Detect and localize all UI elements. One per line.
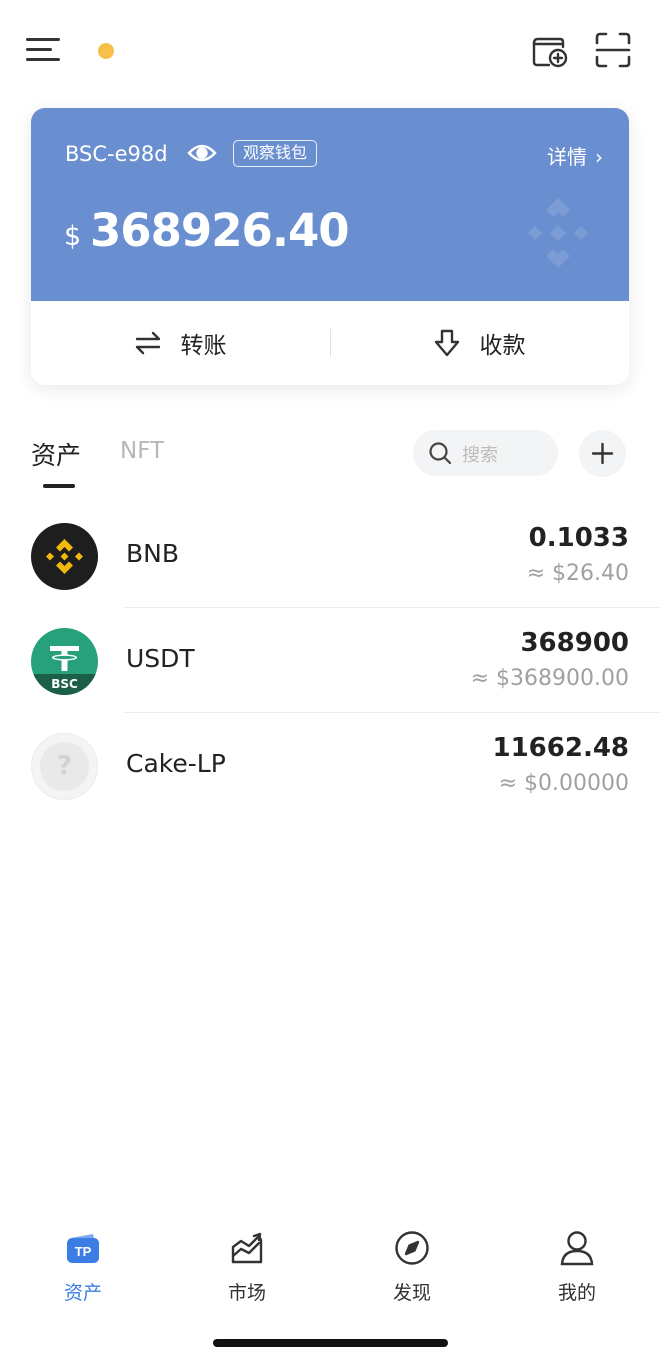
wallet-card-header: BSC-e98d 观察钱包 详情 › $ 368926.40 [31, 108, 629, 301]
tab-nft[interactable]: NFT [120, 438, 164, 464]
bottom-nav: TP 资产 市场 发现 我的 [0, 1218, 660, 1318]
chevron-right-icon: › [595, 145, 603, 169]
nav-label: 发现 [392, 1282, 431, 1304]
wallet-name[interactable]: BSC-e98d [65, 142, 168, 166]
search-icon [429, 442, 452, 465]
transfer-arrows-icon [135, 331, 160, 355]
nav-label: 资产 [63, 1282, 102, 1304]
nav-label: 市场 [227, 1282, 266, 1304]
asset-tabs: 资产 NFT 搜索 [0, 420, 660, 490]
market-chart-icon [231, 1232, 263, 1264]
add-token-button[interactable] [579, 430, 626, 477]
search-placeholder: 搜索 [462, 445, 498, 466]
currency-symbol: $ [64, 221, 82, 252]
eye-icon[interactable] [187, 141, 217, 165]
question-mark-icon: ? [56, 751, 73, 781]
transfer-button[interactable]: 转账 [31, 301, 330, 385]
bsc-chain-badge: BSC [51, 677, 78, 691]
menu-icon[interactable] [26, 36, 62, 64]
bnb-icon [31, 523, 98, 590]
transfer-label: 转账 [180, 333, 227, 359]
top-bar [0, 0, 660, 100]
tab-assets[interactable]: 资产 [31, 436, 81, 472]
asset-symbol: USDT [126, 644, 195, 673]
profile-icon [560, 1231, 594, 1266]
asset-row-usdt[interactable]: BSC USDT 368900 ≈ $368900.00 [0, 608, 660, 713]
asset-fiat-value: ≈ $0.00000 [498, 771, 629, 796]
receive-button[interactable]: 收款 [330, 301, 629, 385]
active-tab-indicator [43, 484, 75, 488]
nav-assets[interactable]: TP 资产 [28, 1218, 138, 1318]
asset-row-bnb[interactable]: BNB 0.1033 ≈ $26.40 [0, 503, 660, 608]
plus-icon [591, 442, 614, 465]
watch-wallet-badge: 观察钱包 [233, 140, 318, 167]
usdt-bsc-icon: BSC [31, 628, 98, 695]
asset-amount: 368900 [520, 628, 629, 658]
asset-symbol: BNB [126, 539, 180, 568]
receive-arrow-icon [434, 329, 459, 357]
asset-list: BNB 0.1033 ≈ $26.40 BSC USDT 368900 ≈ $3… [0, 503, 660, 818]
asset-fiat-value: ≈ $368900.00 [470, 666, 629, 691]
receive-label: 收款 [479, 333, 526, 359]
asset-symbol: Cake-LP [126, 749, 226, 778]
wallet-card: BSC-e98d 观察钱包 详情 › $ 368926.40 转账 收款 [31, 108, 629, 385]
tp-logo-text: TP [75, 1244, 92, 1259]
wallet-actions: 转账 收款 [31, 301, 629, 385]
home-indicator [213, 1339, 448, 1347]
asset-amount: 11662.48 [492, 733, 629, 763]
nav-label: 我的 [557, 1282, 596, 1304]
compass-icon [395, 1231, 429, 1265]
scan-icon[interactable] [594, 31, 632, 69]
asset-fiat-value: ≈ $26.40 [526, 561, 629, 586]
nav-discover[interactable]: 发现 [357, 1218, 467, 1318]
wallet-add-icon[interactable] [530, 31, 570, 71]
nav-profile[interactable]: 我的 [522, 1218, 632, 1318]
total-balance: 368926.40 [90, 204, 350, 257]
details-label: 详情 [547, 145, 587, 169]
tp-wallet-icon: TP [67, 1234, 99, 1263]
search-input[interactable]: 搜索 [413, 430, 558, 476]
unknown-token-icon: ? [31, 733, 98, 800]
status-dot [98, 43, 114, 59]
nav-market[interactable]: 市场 [192, 1218, 302, 1318]
details-link[interactable]: 详情 › [547, 141, 603, 170]
bnb-watermark-icon [519, 194, 597, 272]
asset-row-cake-lp[interactable]: ? Cake-LP 11662.48 ≈ $0.00000 [0, 713, 660, 818]
asset-amount: 0.1033 [528, 523, 629, 553]
